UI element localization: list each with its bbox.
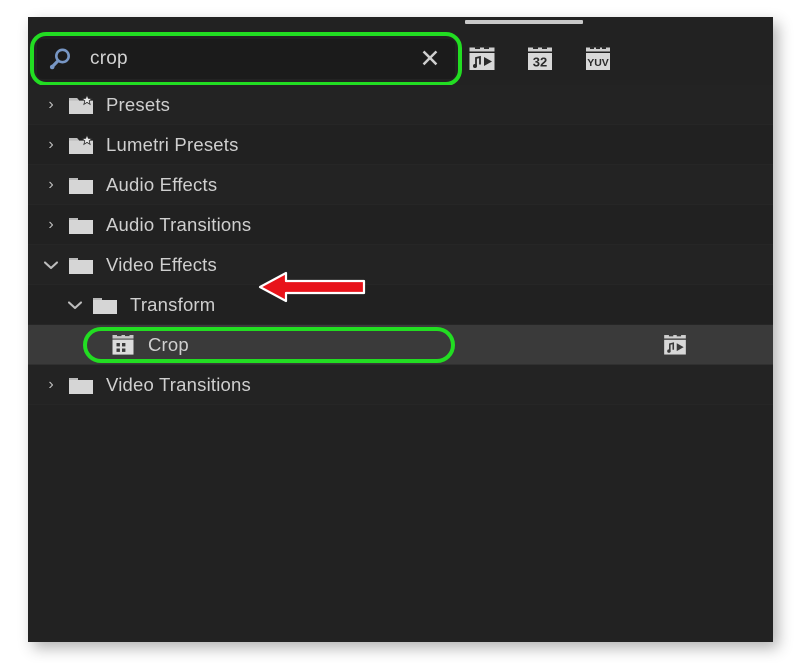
tree-row-label: Crop (148, 333, 189, 355)
32-bit-color-icon[interactable]: 32 (524, 45, 556, 73)
accelerated-effect-icon[interactable] (466, 45, 498, 73)
tree-row[interactable]: Video Effects (28, 245, 773, 285)
effects-toolbar: 32 YUV (466, 41, 614, 77)
folder-icon (68, 374, 94, 396)
folder-icon (68, 174, 94, 196)
effects-tree: › Presets › Lumetri Presets › Audio Effe… (28, 85, 773, 642)
folder-icon (68, 254, 94, 276)
chevron-right-icon[interactable]: › (40, 134, 62, 156)
effects-panel: crop ✕ 32 YUV › Presets › Lumetri Preset… (28, 17, 773, 642)
chevron-right-icon[interactable]: › (40, 374, 62, 396)
tree-row-label: Video Transitions (106, 373, 251, 395)
tree-empty-area[interactable] (28, 405, 773, 642)
close-icon[interactable]: ✕ (413, 42, 447, 76)
chevron-right-icon[interactable]: › (40, 174, 62, 196)
tree-row[interactable]: Transform (28, 285, 773, 325)
active-tab-indicator[interactable] (465, 20, 583, 24)
tree-row[interactable]: › Audio Effects (28, 165, 773, 205)
chevron-down-icon[interactable] (64, 294, 86, 316)
search-icon (46, 44, 76, 74)
folder-preset-icon (68, 133, 94, 156)
folder-icon (92, 294, 118, 316)
tree-row[interactable]: › Presets (28, 85, 773, 125)
folder-preset-icon (68, 93, 94, 116)
svg-text:YUV: YUV (587, 57, 609, 69)
tree-row-label: Transform (130, 293, 216, 315)
tree-row-label: Audio Effects (106, 173, 218, 195)
folder-icon (68, 214, 94, 236)
tree-row-label: Audio Transitions (106, 213, 252, 235)
chevron-down-icon[interactable] (40, 254, 62, 276)
yuv-color-icon[interactable]: YUV (582, 45, 614, 73)
svg-text:32: 32 (533, 55, 547, 70)
crop-highlight-annotation (83, 327, 455, 363)
tree-row-label: Lumetri Presets (106, 133, 239, 155)
tree-row[interactable]: › Audio Transitions (28, 205, 773, 245)
tree-row[interactable]: › Lumetri Presets (28, 125, 773, 165)
search-input-value[interactable]: crop (90, 48, 413, 70)
effect-icon (110, 333, 136, 357)
page-canvas: crop ✕ 32 YUV › Presets › Lumetri Preset… (0, 0, 800, 663)
tree-row-label: Video Effects (106, 253, 217, 275)
chevron-right-icon[interactable]: › (40, 94, 62, 116)
chevron-right-icon[interactable]: › (40, 214, 62, 236)
tree-row-crop[interactable]: Crop (28, 325, 773, 365)
tree-row[interactable]: › Video Transitions (28, 365, 773, 405)
search-bar-row: crop ✕ (28, 27, 773, 89)
tree-row-label: Presets (106, 93, 171, 115)
search-input[interactable]: crop ✕ (37, 39, 455, 79)
accelerated-effect-icon[interactable] (662, 333, 688, 357)
